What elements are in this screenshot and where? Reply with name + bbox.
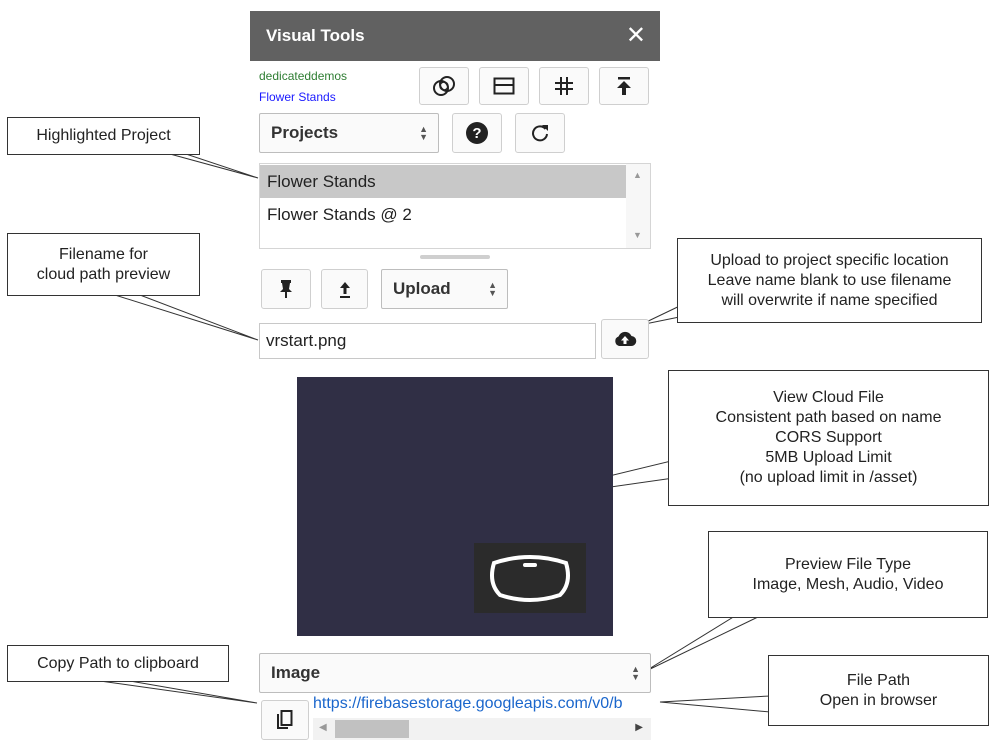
copy-path-button[interactable] [261, 700, 309, 740]
list-item-selected[interactable]: Flower Stands [260, 165, 633, 198]
connector-copy-path [99, 680, 258, 704]
grid-button[interactable] [539, 67, 589, 105]
upload-arrow-button[interactable] [321, 269, 368, 309]
scroll-thumb[interactable] [335, 720, 409, 738]
upload-select[interactable]: Upload ▲ ▼ [381, 269, 508, 309]
pin-button[interactable] [261, 269, 311, 309]
vr-headset-icon [490, 555, 570, 602]
select-arrows-icon: ▲ ▼ [419, 124, 428, 142]
panel-header: Visual Tools ✕ [250, 11, 660, 61]
refresh-button[interactable] [515, 113, 565, 153]
path-scrollbar[interactable]: ◀ ▶ [313, 718, 651, 740]
copy-icon [277, 710, 293, 729]
callout-copy-path: Copy Path to clipboard [7, 645, 229, 682]
help-button[interactable]: ? [452, 113, 502, 153]
scroll-down-icon[interactable]: ▼ [633, 230, 642, 240]
callout-highlighted-project: Highlighted Project [7, 117, 200, 155]
preview-type-label: Image [271, 663, 321, 682]
callout-line: View Cloud File [773, 389, 884, 406]
callout-line: Preview File Type [785, 555, 911, 573]
resize-handle[interactable] [420, 255, 490, 259]
close-icon[interactable]: ✕ [626, 24, 646, 48]
overlap-circles-icon [433, 76, 455, 96]
cloud-upload-button[interactable] [601, 319, 649, 359]
callout-filename-preview: Filename for cloud path preview [7, 233, 200, 296]
project-name[interactable]: Flower Stands [259, 90, 336, 104]
callout-line: cloud path preview [36, 265, 171, 283]
cloud-upload-icon [615, 331, 637, 347]
scroll-left-icon[interactable]: ◀ [319, 722, 327, 733]
scroll-up-icon[interactable]: ▲ [633, 170, 642, 180]
projects-select[interactable]: Projects ▲ ▼ [259, 113, 439, 153]
callout-line: Leave name blank to use filename [707, 271, 952, 289]
upload-arrow-icon [339, 282, 350, 298]
callout-upload-location: Upload to project specific location Leav… [677, 238, 982, 323]
connector-highlighted-project [169, 153, 259, 179]
projects-select-label: Projects [271, 123, 339, 142]
callout-line: will overwrite if name specified [721, 291, 938, 309]
filename-input[interactable]: vrstart.png [259, 323, 596, 359]
grid-hash-icon [555, 77, 573, 95]
panel-title: Visual Tools [266, 26, 365, 45]
scroll-right-icon[interactable]: ▶ [635, 722, 643, 733]
callout-line: 5MB Upload Limit [765, 449, 892, 466]
callout-line: Consistent path based on name [715, 409, 942, 426]
callout-view-cloud-file: View Cloud File Consistent path based on… [668, 370, 989, 506]
select-arrows-icon: ▲ ▼ [488, 280, 497, 298]
connector-preview-type [643, 615, 761, 673]
vr-headset-tile [474, 543, 586, 613]
callout-file-path: File Path Open in browser [768, 655, 989, 726]
pin-icon [280, 280, 292, 298]
callout-line: Image, Mesh, Audio, Video [752, 575, 944, 593]
callout-line: Open in browser [819, 691, 938, 709]
upload-top-icon [617, 77, 631, 95]
help-icon: ? [466, 122, 488, 144]
connector-file-path [659, 695, 771, 713]
upload-top-button[interactable] [599, 67, 649, 105]
list-scrollbar[interactable]: ▲ ▼ [626, 164, 650, 248]
upload-select-label: Upload [393, 279, 451, 298]
callout-line: Upload to project specific location [710, 251, 949, 269]
list-item[interactable]: Flower Stands @ 2 [260, 198, 633, 231]
overlap-circles-button[interactable] [419, 67, 469, 105]
callout-line: (no upload limit in /asset) [739, 469, 918, 486]
callout-preview-file-type: Preview File Type Image, Mesh, Audio, Vi… [708, 531, 988, 618]
callout-line: File Path [846, 671, 911, 689]
preview-type-select[interactable]: Image ▲ ▼ [259, 653, 651, 693]
callout-line: Filename for [59, 245, 148, 263]
callout-line: CORS Support [775, 429, 882, 446]
select-arrows-icon: ▲ ▼ [631, 664, 640, 682]
tab-window-button[interactable] [479, 67, 529, 105]
account-name: dedicateddemos [259, 69, 348, 83]
preview-image[interactable] [297, 377, 613, 636]
connector-filename [114, 294, 259, 341]
tab-window-icon [493, 77, 515, 95]
file-path-link[interactable]: https://firebasestorage.googleapis.com/v… [313, 695, 651, 717]
refresh-icon [532, 125, 548, 142]
project-list[interactable]: Flower Stands Flower Stands @ 2 ▲ ▼ [259, 163, 651, 249]
